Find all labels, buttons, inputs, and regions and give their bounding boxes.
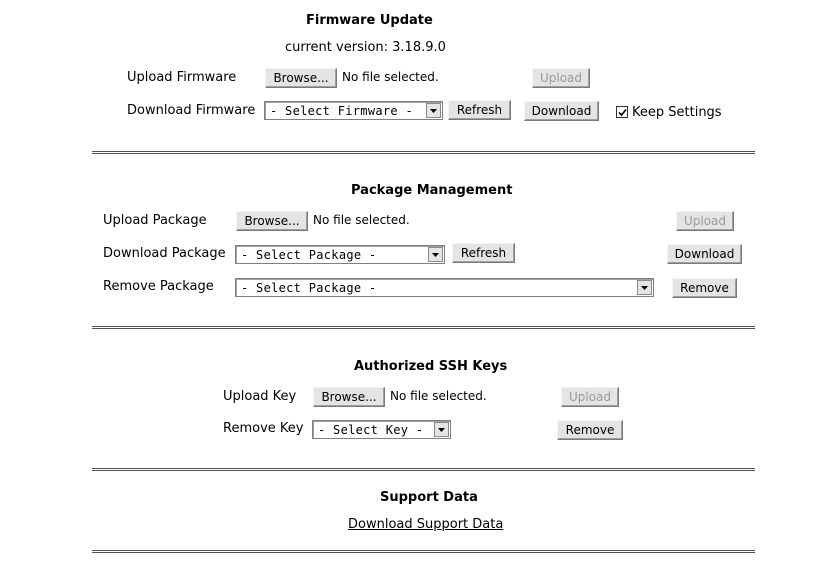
- key-upload-button[interactable]: Upload: [561, 387, 619, 407]
- firmware-upload-button[interactable]: Upload: [532, 68, 590, 88]
- upload-key-label: Upload Key: [223, 389, 297, 404]
- chevron-down-icon: [428, 247, 443, 262]
- remove-package-label: Remove Package: [103, 279, 214, 294]
- download-package-label: Download Package: [103, 246, 226, 261]
- checkmark-icon: [617, 108, 627, 116]
- key-remove-button[interactable]: Remove: [557, 420, 623, 440]
- keep-settings-checkbox[interactable]: [616, 106, 628, 118]
- upload-firmware-label: Upload Firmware: [127, 70, 237, 85]
- current-version-text: current version: 3.18.9.0: [285, 40, 446, 55]
- remove-key-label: Remove Key: [223, 421, 304, 436]
- package-download-button[interactable]: Download: [667, 244, 742, 264]
- download-package-select[interactable]: - Select Package -: [235, 245, 445, 264]
- keep-settings-label: Keep Settings: [632, 105, 722, 120]
- download-support-data-link[interactable]: Download Support Data: [348, 517, 503, 532]
- package-file-status: No file selected.: [313, 213, 410, 227]
- chevron-down-icon: [426, 103, 441, 118]
- firmware-download-button[interactable]: Download: [524, 101, 599, 121]
- section-divider: [92, 468, 755, 471]
- key-select-value: - Select Key -: [318, 422, 424, 437]
- package-browse-button[interactable]: Browse...: [236, 211, 308, 231]
- download-package-select-value: - Select Package -: [241, 247, 377, 262]
- package-remove-button[interactable]: Remove: [672, 278, 737, 298]
- chevron-down-icon: [434, 422, 449, 437]
- package-upload-button[interactable]: Upload: [676, 211, 734, 231]
- upload-package-label: Upload Package: [103, 213, 207, 228]
- section-divider: [92, 151, 755, 154]
- packages-section-title: Package Management: [351, 183, 513, 198]
- remove-package-select-value: - Select Package -: [241, 280, 377, 295]
- package-refresh-button[interactable]: Refresh: [452, 243, 515, 263]
- ssh-section-title: Authorized SSH Keys: [354, 359, 508, 374]
- firmware-file-status: No file selected.: [342, 70, 439, 84]
- key-file-status: No file selected.: [390, 389, 487, 403]
- remove-package-select[interactable]: - Select Package -: [235, 278, 654, 297]
- firmware-section-title: Firmware Update: [306, 13, 433, 28]
- key-select[interactable]: - Select Key -: [312, 420, 451, 439]
- section-divider: [92, 550, 755, 553]
- download-firmware-label: Download Firmware: [127, 103, 256, 118]
- firmware-browse-button[interactable]: Browse...: [265, 68, 337, 88]
- key-browse-button[interactable]: Browse...: [313, 387, 385, 407]
- firmware-select[interactable]: - Select Firmware -: [264, 101, 443, 120]
- firmware-refresh-button[interactable]: Refresh: [448, 100, 511, 120]
- chevron-down-icon: [637, 280, 652, 295]
- section-divider: [92, 326, 755, 329]
- support-section-title: Support Data: [380, 490, 478, 505]
- firmware-select-value: - Select Firmware -: [270, 103, 413, 118]
